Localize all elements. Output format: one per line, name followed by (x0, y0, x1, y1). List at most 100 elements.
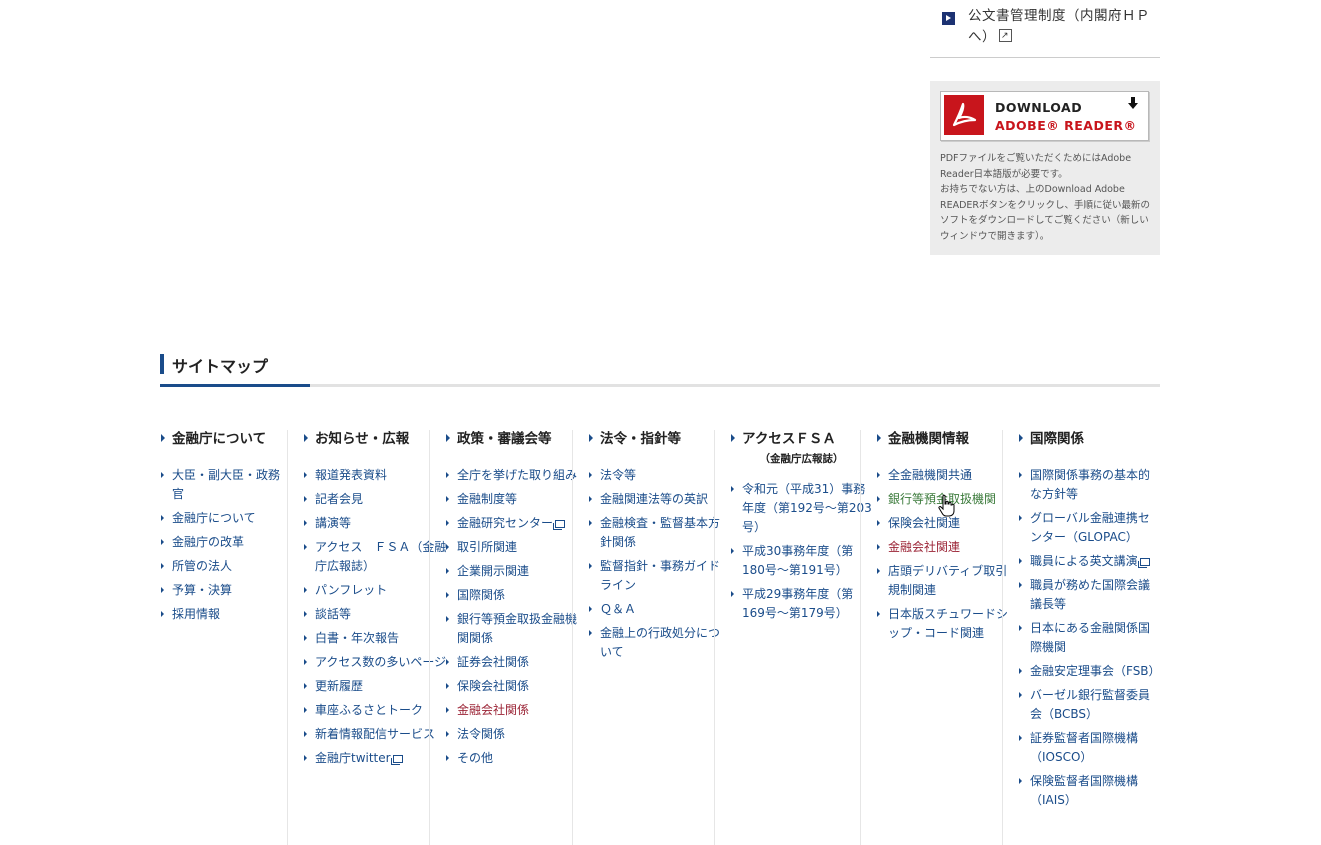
col-policy: 政策・審議会等全庁を挙げた取り組み金融制度等金融研究センター 取引所関連企業開示関… (429, 430, 588, 845)
sitemap-link-label: 金融庁の改革 (172, 535, 245, 549)
sitemap-link[interactable]: 大臣・副大臣・政務官 (160, 466, 285, 504)
sitemap-link[interactable]: 金融検査・監督基本方針関係 (588, 514, 728, 552)
sitemap-link[interactable]: 保険会社関係 (445, 677, 588, 696)
sitemap-link[interactable]: 日本にある金融関係国際機関 (1018, 619, 1158, 657)
sitemap-link-label: バーゼル銀行監督委員会（BCBS） (1030, 688, 1151, 721)
sitemap-link-label: アクセス ＦＳＡ（金融庁広報誌） (315, 540, 447, 573)
download-adobe-reader-button[interactable]: DOWNLOAD ADOBE® READER® (940, 91, 1149, 141)
sitemap-link[interactable]: 保険監督者国際機構（IAIS） (1018, 772, 1158, 810)
sitemap-link-label: 平成30事務年度（第180号～第191号） (742, 544, 854, 577)
sitemap-link[interactable]: 証券会社関係 (445, 653, 588, 672)
sitemap-link[interactable]: 車座ふるさとトーク (303, 701, 448, 720)
column-link-list: 令和元（平成31）事務年度（第192号～第203号） 平成30事務年度（第180号… (730, 480, 873, 623)
sitemap-link[interactable]: バーゼル銀行監督委員会（BCBS） (1018, 686, 1158, 724)
sitemap-link[interactable]: 企業開示関連 (445, 562, 588, 581)
sitemap-link[interactable]: 予算・決算 (160, 581, 285, 600)
sitemap-link-label: 金融検査・監督基本方針関係 (600, 516, 721, 549)
sitemap-link[interactable]: 職員による英文講演 (1018, 552, 1158, 571)
external-link-icon (999, 26, 1012, 47)
sitemap-link[interactable]: 証券監督者国際機構（IOSCO） (1018, 729, 1158, 767)
sitemap-link[interactable]: アクセス ＦＳＡ（金融庁広報誌） (303, 538, 448, 576)
sitemap-link-label: 国際関係事務の基本的な方針等 (1030, 468, 1151, 501)
sitemap-link[interactable]: 金融会社関係 (445, 701, 588, 720)
sitemap-link-label: 報道発表資料 (315, 468, 388, 482)
sitemap-link[interactable]: 職員が務めた国際会議議長等 (1018, 576, 1158, 614)
hand-cursor-icon (938, 494, 955, 517)
sidebar-link-label[interactable]: 公文書管理制度（内閣府ＨＰへ） (968, 8, 1150, 45)
sitemap-link-label: 金融会社関連 (888, 540, 961, 554)
sidebar-link-archives[interactable]: 公文書管理制度（内閣府ＨＰへ） (930, 6, 1160, 58)
sitemap-link[interactable]: 令和元（平成31）事務年度（第192号～第203号） (730, 480, 873, 537)
sitemap-link-label: 所管の法人 (172, 559, 233, 573)
sitemap-link-label: 職員による英文講演 (1030, 554, 1138, 568)
sitemap-link[interactable]: 採用情報 (160, 605, 285, 624)
sitemap-link[interactable]: 報道発表資料 (303, 466, 448, 485)
col-international: 国際関係国際関係事務の基本的な方針等グローバル金融連携センター（GLOPAC） 職… (1002, 430, 1161, 845)
sitemap-link[interactable]: 更新履歴 (303, 677, 448, 696)
sitemap-link[interactable]: 国際関係事務の基本的な方針等 (1018, 466, 1158, 504)
sitemap-link[interactable]: 記者会見 (303, 490, 448, 509)
sitemap-link[interactable]: Ｑ＆Ａ (588, 600, 728, 619)
sitemap-link[interactable]: 所管の法人 (160, 557, 285, 576)
sitemap-link[interactable]: 店頭デリバティブ取引規制関連 (876, 562, 1019, 600)
new-window-icon (1137, 558, 1150, 568)
column-link-list: 国際関係事務の基本的な方針等グローバル金融連携センター（GLOPAC） 職員による… (1018, 466, 1161, 810)
sitemap-link[interactable]: グローバル金融連携センター（GLOPAC） (1018, 509, 1158, 547)
sitemap-link[interactable]: 平成29事務年度（第169号～第179号） (730, 585, 873, 623)
sitemap-link[interactable]: 新着情報配信サービス (303, 725, 448, 744)
column-heading[interactable]: 金融機関情報 (876, 430, 1019, 448)
new-window-icon (553, 520, 566, 530)
sitemap-link[interactable]: 全庁を挙げた取り組み (445, 466, 588, 485)
sitemap-link[interactable]: 監督指針・事務ガイドライン (588, 557, 728, 595)
sitemap-link[interactable]: 金融会社関連 (876, 538, 1019, 557)
sitemap-link[interactable]: 金融安定理事会（FSB） (1018, 662, 1161, 681)
adobe-note-text: PDFファイルをご覧いただくためにはAdobe Reader日本語版が必要です。… (940, 153, 1151, 242)
sitemap-link[interactable]: 金融制度等 (445, 490, 588, 509)
sitemap-link[interactable]: 法令等 (588, 466, 728, 485)
sitemap-link[interactable]: 取引所関連 (445, 538, 588, 557)
heading-underline-accent (160, 384, 310, 387)
sitemap-link-label: 新着情報配信サービス (315, 727, 436, 741)
sitemap-link[interactable]: 金融庁の改革 (160, 533, 285, 552)
sitemap-link-label: 大臣・副大臣・政務官 (172, 468, 281, 501)
column-link-list: 全庁を挙げた取り組み金融制度等金融研究センター 取引所関連企業開示関連国際関係銀行… (445, 466, 588, 768)
sitemap-link-label: 令和元（平成31）事務年度（第192号～第203号） (742, 482, 872, 534)
heading-accent-bar (160, 354, 164, 374)
sitemap-link[interactable]: 白書・年次報告 (303, 629, 448, 648)
sitemap-link-label: 保険会社関連 (888, 516, 961, 530)
heading-underline (160, 384, 1160, 387)
sitemap-link[interactable]: 金融研究センター (445, 514, 588, 533)
sitemap-link[interactable]: 金融関連法等の英訳 (588, 490, 728, 509)
sitemap-link[interactable]: その他 (445, 749, 588, 768)
adobe-reader-box: DOWNLOAD ADOBE® READER® PDFファイルをご覧いただくため… (930, 81, 1160, 255)
sitemap-link[interactable]: 銀行等預金取扱金融機関関係 (445, 610, 588, 648)
sitemap-link[interactable]: アクセス数の多いページ (303, 653, 448, 672)
sitemap-link[interactable]: 法令関係 (445, 725, 588, 744)
adobe-brand-label: ADOBE (995, 118, 1047, 133)
sitemap-link[interactable]: 金融庁について (160, 509, 285, 528)
sitemap-link[interactable]: 日本版スチュワードシップ・コード関連 (876, 605, 1019, 643)
column-link-list: 報道発表資料記者会見講演等アクセス ＦＳＡ（金融庁広報誌） パンフレット 談話等白書… (303, 466, 448, 768)
sitemap-link[interactable]: 講演等 (303, 514, 448, 533)
column-heading[interactable]: 法令・指針等 (588, 430, 728, 448)
sitemap-link-label: 講演等 (315, 516, 352, 530)
sitemap-link-label: 企業開示関連 (457, 564, 530, 578)
sitemap-link-label: 金融会社関係 (457, 703, 530, 717)
sitemap-link[interactable]: 国際関係 (445, 586, 588, 605)
sitemap-link[interactable]: パンフレット (303, 581, 448, 600)
sitemap-link[interactable]: 全金融機関共通 (876, 466, 1019, 485)
sitemap-link-label: 銀行等預金取扱金融機関関係 (457, 612, 578, 645)
column-heading[interactable]: 金融庁について (160, 430, 285, 448)
column-heading[interactable]: 国際関係 (1018, 430, 1158, 448)
sitemap-link-label: 法令等 (600, 468, 637, 482)
sitemap-link[interactable]: 金融上の行政処分について (588, 624, 728, 662)
column-heading[interactable]: 政策・審議会等 (445, 430, 588, 448)
col-institutions: 金融機関情報 全金融機関共通 銀行等預金取扱機関 保険会社関連 金融会社関連 店頭デリバテ… (860, 430, 1019, 845)
column-heading[interactable]: お知らせ・広報 (303, 430, 448, 448)
sitemap-link[interactable]: 談話等 (303, 605, 448, 624)
sitemap-link-label: 金融安定理事会（FSB） (1030, 664, 1161, 678)
sitemap-link-label: 全庁を挙げた取り組み (457, 468, 578, 482)
sitemap-link[interactable]: 平成30事務年度（第180号～第191号） (730, 542, 873, 580)
column-heading[interactable]: アクセスＦＳＡ (730, 430, 873, 448)
sitemap-link[interactable]: 金融庁twitter (303, 749, 448, 768)
